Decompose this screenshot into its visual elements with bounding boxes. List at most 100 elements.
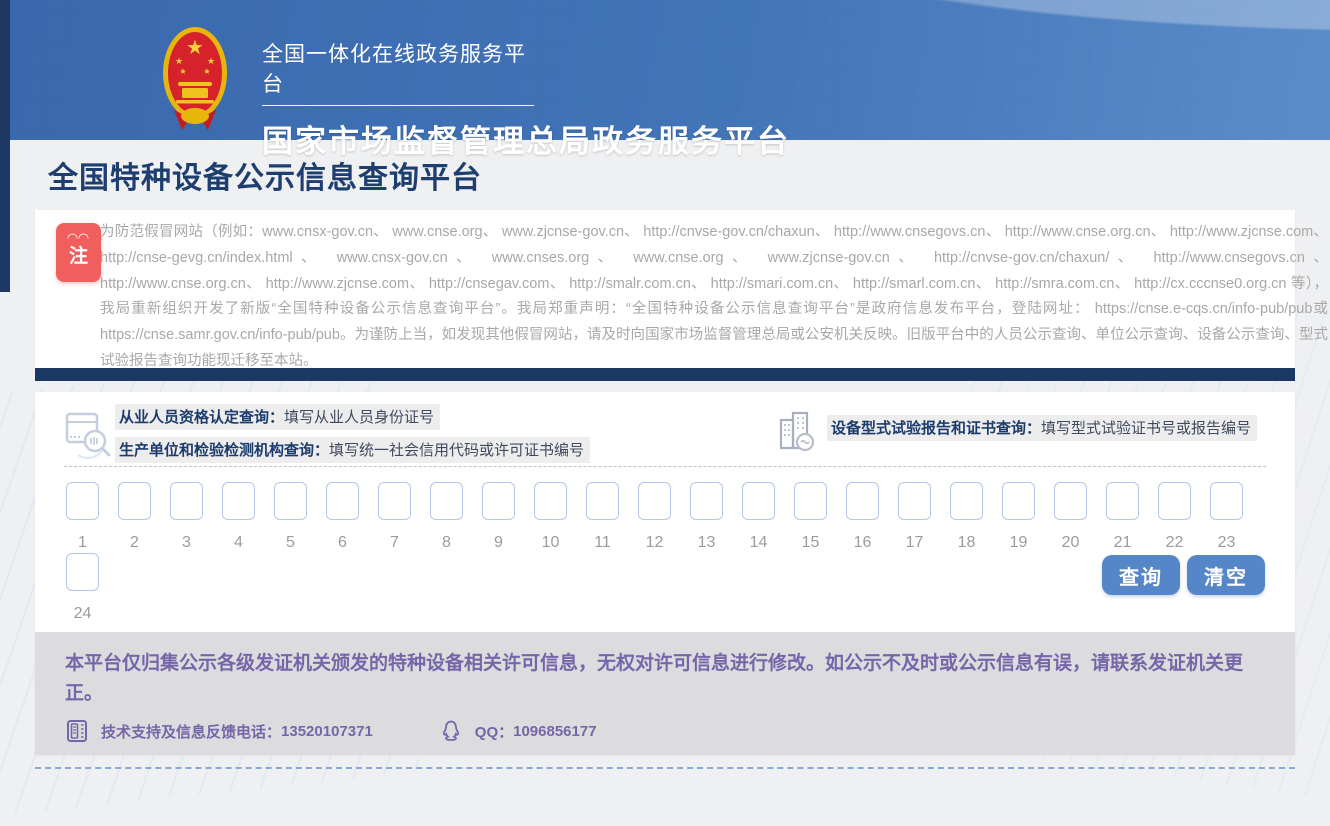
code-input-row-1: 1234567891011121314151617181920212223 xyxy=(66,482,1243,552)
code-cell: 18 xyxy=(950,482,983,552)
code-cell: 5 xyxy=(274,482,307,552)
qq-label: QQ： xyxy=(475,721,513,742)
code-box-23[interactable] xyxy=(1210,482,1243,520)
svg-text:★: ★ xyxy=(203,67,210,76)
code-cell: 12 xyxy=(638,482,671,552)
code-box-18[interactable] xyxy=(950,482,983,520)
code-box-label-14: 14 xyxy=(750,534,768,552)
code-box-label-22: 22 xyxy=(1166,534,1184,552)
code-box-12[interactable] xyxy=(638,482,671,520)
code-box-label-1: 1 xyxy=(78,534,87,552)
code-box-label-13: 13 xyxy=(698,534,716,552)
code-box-1[interactable] xyxy=(66,482,99,520)
hint-personnel-value: 填写从业人员身份证号 xyxy=(284,409,434,426)
disclaimer-text: 本平台仅归集公示各级发证机关颁发的特种设备相关许可信息，无权对许可信息进行修改。… xyxy=(65,649,1265,709)
code-cell: 3 xyxy=(170,482,203,552)
code-box-24[interactable] xyxy=(66,553,99,591)
national-emblem-icon: ★ ★ ★ ★ ★ xyxy=(162,26,228,130)
code-box-label-12: 12 xyxy=(646,534,664,552)
notice-badge-icon: ◠◠ 注 xyxy=(56,223,101,282)
qq-penguin-icon xyxy=(439,719,463,743)
code-box-label-3: 3 xyxy=(182,534,191,552)
code-input-row-2: 24 xyxy=(66,553,99,623)
svg-text:★: ★ xyxy=(186,37,204,59)
code-cell: 8 xyxy=(430,482,463,552)
bottom-dashed-line xyxy=(35,767,1295,769)
notice-badge-label: 注 xyxy=(56,245,101,269)
code-cell: 21 xyxy=(1106,482,1139,552)
code-box-label-11: 11 xyxy=(594,534,611,552)
code-cell: 23 xyxy=(1210,482,1243,552)
code-cell: 22 xyxy=(1158,482,1191,552)
svg-text:★: ★ xyxy=(175,56,183,66)
hint-equipment-label: 设备型式试验报告和证书查询： xyxy=(831,420,1041,437)
code-box-19[interactable] xyxy=(1002,482,1035,520)
hint-unit-label: 生产单位和检验检测机构查询： xyxy=(119,442,329,459)
clear-button[interactable]: 清空 xyxy=(1187,555,1265,595)
code-box-16[interactable] xyxy=(846,482,879,520)
code-cell: 17 xyxy=(898,482,931,552)
site-header: ★ ★ ★ ★ ★ 全国一体化在线政务服务平台 国家市场监督管理总局政务服务平台 xyxy=(0,0,1330,140)
code-cell: 16 xyxy=(846,482,879,552)
code-box-7[interactable] xyxy=(378,482,411,520)
code-cell: 1 xyxy=(66,482,99,552)
hint-unit-value: 填写统一社会信用代码或许可证书编号 xyxy=(329,442,584,459)
code-box-label-5: 5 xyxy=(286,534,295,552)
code-box-22[interactable] xyxy=(1158,482,1191,520)
svg-text:★: ★ xyxy=(179,67,186,76)
code-box-10[interactable] xyxy=(534,482,567,520)
phone-number: 13520107371 xyxy=(281,723,373,740)
hint-personnel-label: 从业人员资格认定查询： xyxy=(119,409,284,426)
code-box-label-10: 10 xyxy=(542,534,560,552)
code-box-4[interactable] xyxy=(222,482,255,520)
header-subtitle: 全国一体化在线政务服务平台 xyxy=(262,38,534,106)
notice-text: 为防范假冒网站（例如：www.cnsx-gov.cn、 www.cnse.org… xyxy=(100,220,1328,375)
hint-equipment: 设备型式试验报告和证书查询：填写型式试验证书号或报告编号 xyxy=(827,415,1257,441)
code-box-label-19: 19 xyxy=(1010,534,1028,552)
divider-bar xyxy=(35,368,1295,381)
qq-number: 1096856177 xyxy=(513,723,596,740)
card-footer: 本平台仅归集公示各级发证机关颁发的特种设备相关许可信息，无权对许可信息进行修改。… xyxy=(35,632,1295,755)
document-search-icon xyxy=(64,411,116,459)
code-cell: 15 xyxy=(794,482,827,552)
code-box-label-16: 16 xyxy=(854,534,872,552)
code-cell: 2 xyxy=(118,482,151,552)
code-box-label-18: 18 xyxy=(958,534,976,552)
phone-contact: 技术支持及信息反馈电话： 13520107371 xyxy=(65,719,373,743)
code-cell: 10 xyxy=(534,482,567,552)
code-box-8[interactable] xyxy=(430,482,463,520)
code-box-label-21: 21 xyxy=(1114,534,1132,552)
code-box-label-9: 9 xyxy=(494,534,503,552)
code-box-label-8: 8 xyxy=(442,534,451,552)
building-check-icon xyxy=(777,410,815,452)
code-cell: 19 xyxy=(1002,482,1035,552)
code-cell: 6 xyxy=(326,482,359,552)
code-box-label-20: 20 xyxy=(1062,534,1080,552)
code-box-20[interactable] xyxy=(1054,482,1087,520)
code-box-6[interactable] xyxy=(326,482,359,520)
code-box-17[interactable] xyxy=(898,482,931,520)
code-box-2[interactable] xyxy=(118,482,151,520)
query-card: 从业人员资格认定查询：填写从业人员身份证号 生产单位和检验检测机构查询：填写统一… xyxy=(35,392,1295,755)
hint-personnel: 从业人员资格认定查询：填写从业人员身份证号 xyxy=(115,404,440,430)
code-box-label-15: 15 xyxy=(802,534,820,552)
code-cell: 14 xyxy=(742,482,775,552)
code-box-9[interactable] xyxy=(482,482,515,520)
fax-phone-icon xyxy=(65,719,89,743)
page-title: 全国特种设备公示信息查询平台 xyxy=(48,153,482,197)
code-box-label-6: 6 xyxy=(338,534,347,552)
left-accent-strip xyxy=(0,0,10,292)
search-button[interactable]: 查询 xyxy=(1102,555,1180,595)
code-box-label-2: 2 xyxy=(130,534,139,552)
code-cell: 24 xyxy=(66,553,99,623)
code-box-13[interactable] xyxy=(690,482,723,520)
code-box-15[interactable] xyxy=(794,482,827,520)
anti-fake-notice-card: ◠◠ 注 为防范假冒网站（例如：www.cnsx-gov.cn、 www.cns… xyxy=(35,210,1295,368)
code-cell: 9 xyxy=(482,482,515,552)
code-box-11[interactable] xyxy=(586,482,619,520)
code-box-14[interactable] xyxy=(742,482,775,520)
code-box-5[interactable] xyxy=(274,482,307,520)
code-box-3[interactable] xyxy=(170,482,203,520)
code-cell: 11 xyxy=(586,482,619,552)
code-box-21[interactable] xyxy=(1106,482,1139,520)
